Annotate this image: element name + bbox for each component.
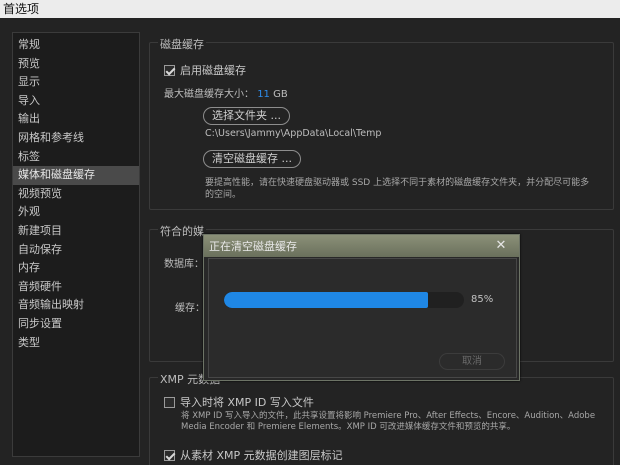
media-database-label: 数据库： bbox=[164, 259, 204, 270]
disk-cache-help-line-1: 要提高性能，请在快速硬盘驱动器或 SSD 上选择不同于素材的磁盘缓存文件夹，并分… bbox=[205, 178, 590, 188]
sidebar-item[interactable]: 视频预览 bbox=[13, 185, 139, 204]
sidebar-item[interactable]: 导入 bbox=[13, 92, 139, 111]
sidebar-item[interactable]: 内存 bbox=[13, 259, 139, 278]
preferences-sidebar: 常规 预览 显示 导入 输出 网格和参考线 标签 媒体和磁盘缓存 视频预览 外观 新建项目 自动保存内… bbox=[12, 32, 140, 457]
create-markers-checkbox[interactable] bbox=[164, 449, 175, 461]
sidebar-item[interactable]: 新建项目 bbox=[13, 222, 139, 241]
max-cache-size-value[interactable]: 11 bbox=[257, 89, 270, 100]
window-title-bar: 首选项 bbox=[0, 0, 620, 18]
sidebar-item[interactable]: 显示 bbox=[13, 73, 139, 92]
window-title: 首选项 bbox=[3, 2, 40, 16]
xmp-help-text: 将 XMP ID 写入导入的文件，此共享设置将影响 Premiere Pro、A… bbox=[181, 411, 616, 433]
create-markers-row[interactable]: 从素材 XMP 元数据创建图层标记 bbox=[164, 447, 343, 463]
progress-bar bbox=[224, 292, 464, 308]
dialog-body: 85% 取消 bbox=[208, 258, 517, 378]
dialog-title-bar[interactable]: 正在清空磁盘缓存 ✕ bbox=[204, 235, 519, 257]
conformed-media-title: 符合的媒 bbox=[158, 223, 206, 239]
cancel-button[interactable]: 取消 bbox=[439, 353, 505, 370]
xmp-help-line-1: 将 XMP ID 写入导入的文件，此共享设置将影响 Premiere Pro、A… bbox=[181, 411, 596, 421]
disk-cache-title: 磁盘缓存 bbox=[158, 36, 206, 52]
max-cache-size-row: 最大磁盘缓存大小： 11 GB bbox=[164, 85, 288, 100]
close-icon[interactable]: ✕ bbox=[493, 238, 509, 254]
preferences-window: 常规 预览 显示 导入 输出 网格和参考线 标签 媒体和磁盘缓存 视频预览 外观 新建项目 自动保存内… bbox=[0, 18, 620, 465]
max-cache-size-label: 最大磁盘缓存大小： bbox=[164, 89, 254, 100]
progress-percent: 85% bbox=[471, 294, 494, 305]
clear-disk-cache-button[interactable]: 清空磁盘缓存 ... bbox=[203, 150, 301, 168]
write-xmp-id-checkbox[interactable] bbox=[164, 396, 175, 408]
enable-disk-cache-checkbox[interactable] bbox=[164, 64, 175, 76]
max-cache-size-unit: GB bbox=[273, 89, 288, 100]
xmp-help-line-2: Media Encoder 和 Premiere Elements。XMP ID… bbox=[181, 422, 516, 432]
create-markers-label: 从素材 XMP 元数据创建图层标记 bbox=[180, 449, 343, 462]
sidebar-item[interactable]: 媒体和磁盘缓存 bbox=[13, 166, 139, 185]
sidebar-item[interactable]: 音频硬件 bbox=[13, 278, 139, 297]
write-xmp-id-row[interactable]: 导入时将 XMP ID 写入文件 bbox=[164, 394, 314, 410]
progress-bar-fill bbox=[224, 292, 428, 308]
cache-folder-path: C:\Users\Jammy\AppData\Local\Temp bbox=[205, 128, 382, 139]
sidebar-item[interactable]: 预览 bbox=[13, 55, 139, 74]
clearing-cache-dialog: 正在清空磁盘缓存 ✕ 85% 取消 bbox=[203, 234, 520, 381]
sidebar-item[interactable]: 标签 bbox=[13, 148, 139, 167]
sidebar-item[interactable]: 同步设置 bbox=[13, 315, 139, 334]
write-xmp-id-label: 导入时将 XMP ID 写入文件 bbox=[180, 396, 314, 409]
disk-cache-help-line-2: 的空间。 bbox=[205, 190, 242, 200]
sidebar-item[interactable]: 网格和参考线 bbox=[13, 129, 139, 148]
enable-disk-cache-row[interactable]: 启用磁盘缓存 bbox=[164, 62, 246, 78]
enable-disk-cache-label: 启用磁盘缓存 bbox=[180, 64, 246, 77]
sidebar-item[interactable]: 自动保存 bbox=[13, 241, 139, 260]
sidebar-item[interactable]: 类型 bbox=[13, 334, 139, 353]
disk-cache-help-text: 要提高性能，请在快速硬盘驱动器或 SSD 上选择不同于素材的磁盘缓存文件夹，并分… bbox=[205, 177, 615, 201]
dialog-title: 正在清空磁盘缓存 bbox=[209, 240, 297, 253]
sidebar-item[interactable]: 输出 bbox=[13, 110, 139, 129]
choose-folder-button[interactable]: 选择文件夹 ... bbox=[203, 107, 290, 125]
sidebar-item[interactable]: 常规 bbox=[13, 36, 139, 55]
sidebar-item[interactable]: 外观 bbox=[13, 203, 139, 222]
sidebar-item[interactable]: 音频输出映射 bbox=[13, 296, 139, 315]
media-cache-label: 缓存： bbox=[175, 303, 205, 314]
